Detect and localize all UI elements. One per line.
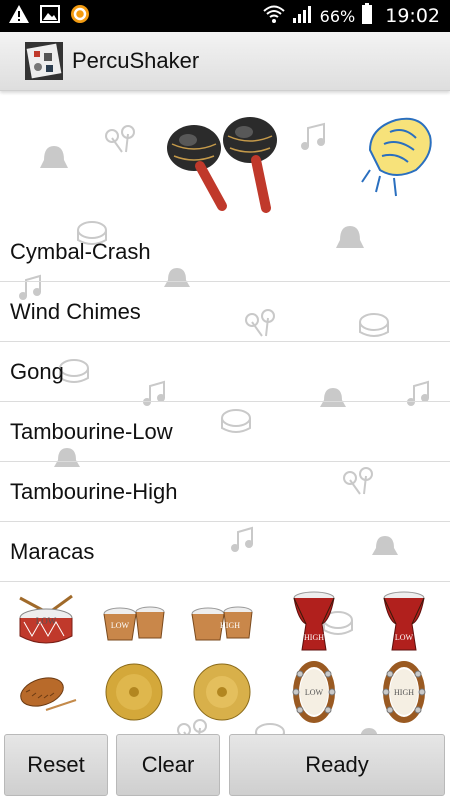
list-item-wind-chimes[interactable]: Wind Chimes (0, 282, 450, 342)
cymbal-icon[interactable] (98, 660, 170, 724)
instrument-tag: HIGH (304, 633, 324, 642)
sound-list: Cymbal-Crash Wind Chimes Gong Tambourine… (0, 222, 450, 582)
list-item-maracas[interactable]: Maracas (0, 522, 450, 582)
snare-drum-low-icon[interactable]: LOW (10, 590, 82, 654)
reset-button[interactable]: Reset (4, 734, 108, 796)
list-item-tambourine-low[interactable]: Tambourine-Low (0, 402, 450, 462)
warning-icon (8, 4, 30, 28)
battery-percent: 66% (319, 6, 356, 26)
instrument-tag: HIGH (394, 688, 414, 697)
djembe-high-icon[interactable]: HIGH (278, 588, 350, 652)
bongos-high-icon[interactable]: HIGH (186, 594, 258, 658)
list-item-cymbal-crash[interactable]: Cymbal-Crash (0, 222, 450, 282)
app-bar: PercuShaker (0, 32, 450, 91)
list-item-label: Maracas (10, 538, 95, 564)
instrument-tag: HIGH (220, 621, 240, 630)
instrument-tag: LOW (305, 688, 324, 697)
app-title: PercuShaker (72, 48, 200, 73)
instrument-grid: LOW LOW HIGH HIGH LOW LOW HIGH (0, 586, 450, 730)
image-icon (40, 5, 60, 27)
cymbal-crash-icon[interactable] (186, 660, 258, 724)
instrument-tag: LOW (395, 633, 414, 642)
tambourine-high-icon[interactable]: HIGH (372, 660, 444, 724)
djembe-low-icon[interactable]: LOW (368, 588, 440, 652)
list-item-gong[interactable]: Gong (0, 342, 450, 402)
maracas-icon (167, 117, 277, 213)
list-item-label: Tambourine-Low (10, 418, 173, 444)
list-item-label: Wind Chimes (10, 298, 141, 324)
clear-button[interactable]: Clear (116, 734, 220, 796)
list-item-label: Cymbal-Crash (10, 238, 151, 264)
instrument-tag: LOW (36, 616, 57, 626)
app-logo-icon[interactable] (24, 41, 64, 81)
header-artwork (0, 92, 450, 232)
bongos-low-icon[interactable]: LOW (98, 594, 170, 658)
guiro-icon[interactable] (10, 662, 82, 726)
instrument-tag: LOW (111, 621, 130, 630)
clock: 19:02 (385, 5, 440, 27)
tambourine-low-icon[interactable]: LOW (282, 660, 354, 724)
button-bar: Reset Clear Ready (0, 732, 450, 800)
list-item-tambourine-high[interactable]: Tambourine-High (0, 462, 450, 522)
circle-app-icon (70, 4, 90, 28)
list-item-label: Tambourine-High (10, 478, 178, 504)
ready-button[interactable]: Ready (229, 734, 445, 796)
status-bar: 66% 19:02 (0, 0, 450, 32)
battery-icon (361, 3, 373, 29)
signal-icon (292, 4, 314, 28)
light-bell-icon (361, 117, 432, 197)
list-item-label: Gong (10, 358, 64, 384)
wifi-icon (262, 4, 286, 28)
